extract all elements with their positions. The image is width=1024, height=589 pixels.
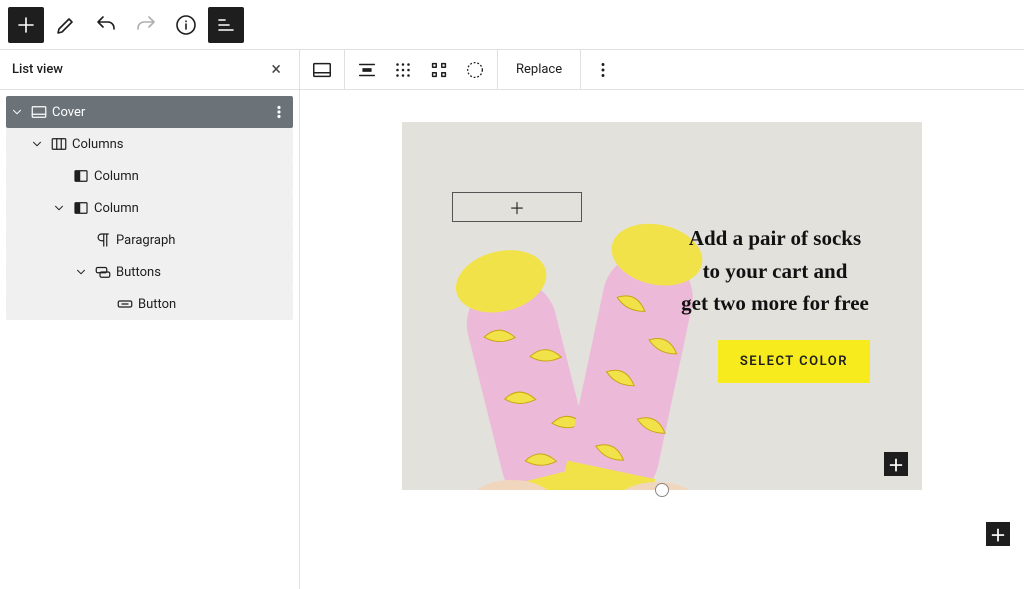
close-icon[interactable]: × bbox=[265, 57, 287, 83]
duotone-button[interactable] bbox=[457, 52, 493, 88]
cover-text-line: get two more for free bbox=[660, 287, 890, 320]
tree-item-columns[interactable]: Columns bbox=[6, 128, 293, 160]
empty-column-appender[interactable]: ＋ bbox=[452, 192, 582, 222]
edit-mode-button[interactable] bbox=[48, 7, 84, 43]
tree-item-label: Button bbox=[136, 297, 176, 312]
align-button[interactable] bbox=[349, 52, 385, 88]
chevron-down-icon[interactable] bbox=[6, 105, 28, 119]
content-position-button[interactable] bbox=[385, 52, 421, 88]
undo-button[interactable] bbox=[88, 7, 124, 43]
cover-text-line: Add a pair of socks bbox=[660, 222, 890, 255]
tree-item-column[interactable]: Column bbox=[6, 192, 293, 224]
tree-item-column[interactable]: Column bbox=[6, 160, 293, 192]
list-view-toggle[interactable] bbox=[208, 7, 244, 43]
tree-item-label: Columns bbox=[70, 137, 124, 152]
add-block-inside-button[interactable]: ＋ bbox=[884, 452, 908, 476]
block-inserter-button[interactable] bbox=[8, 7, 44, 43]
cover-block[interactable]: ＋ Add a pair of socks to your cart and g… bbox=[402, 122, 922, 490]
fullheight-button[interactable] bbox=[421, 52, 457, 88]
block-tree: Cover Columns Col bbox=[0, 90, 299, 320]
block-toolbar: Replace bbox=[300, 50, 1024, 90]
plus-icon: ＋ bbox=[509, 195, 525, 219]
editor-canvas-wrap: Replace bbox=[300, 50, 1024, 589]
tree-item-paragraph[interactable]: Paragraph bbox=[6, 224, 293, 256]
tree-item-label: Column bbox=[92, 201, 139, 216]
tree-item-buttons[interactable]: Buttons bbox=[6, 256, 293, 288]
list-view-header: List view × bbox=[0, 50, 299, 90]
cover-column-left[interactable]: ＋ bbox=[402, 122, 662, 490]
tree-item-label: Paragraph bbox=[114, 233, 175, 248]
tree-item-label: Column bbox=[92, 169, 139, 184]
cover-block-icon[interactable] bbox=[304, 52, 340, 88]
chevron-down-icon[interactable] bbox=[26, 137, 48, 151]
cover-text-line: to your cart and bbox=[660, 255, 890, 288]
paragraph-icon bbox=[92, 231, 114, 249]
info-button[interactable] bbox=[168, 7, 204, 43]
list-view-title: List view bbox=[12, 62, 63, 77]
cover-paragraph[interactable]: Add a pair of socks to your cart and get… bbox=[660, 222, 890, 320]
resize-handle[interactable] bbox=[655, 483, 669, 497]
tree-item-cover[interactable]: Cover bbox=[6, 96, 293, 128]
column-icon bbox=[70, 167, 92, 185]
replace-button[interactable]: Replace bbox=[502, 62, 576, 77]
redo-button[interactable] bbox=[128, 7, 164, 43]
button-icon bbox=[114, 295, 136, 313]
column-icon bbox=[70, 199, 92, 217]
chevron-down-icon[interactable] bbox=[48, 201, 70, 215]
cover-icon bbox=[28, 103, 50, 121]
tree-item-label: Buttons bbox=[114, 265, 161, 280]
tree-item-label: Cover bbox=[50, 105, 85, 120]
tree-item-button[interactable]: Button bbox=[6, 288, 293, 320]
editor-toolbar bbox=[0, 0, 1024, 50]
add-block-after-button[interactable]: ＋ bbox=[986, 522, 1010, 546]
buttons-icon bbox=[92, 263, 114, 281]
list-view-panel: List view × Cover bbox=[0, 50, 300, 589]
chevron-down-icon[interactable] bbox=[70, 265, 92, 279]
cta-button[interactable]: SELECT COLOR bbox=[718, 340, 870, 383]
editor-canvas[interactable]: ＋ Add a pair of socks to your cart and g… bbox=[300, 90, 1024, 589]
more-options-button[interactable] bbox=[585, 52, 621, 88]
columns-icon bbox=[48, 135, 70, 153]
more-icon[interactable] bbox=[265, 103, 293, 121]
